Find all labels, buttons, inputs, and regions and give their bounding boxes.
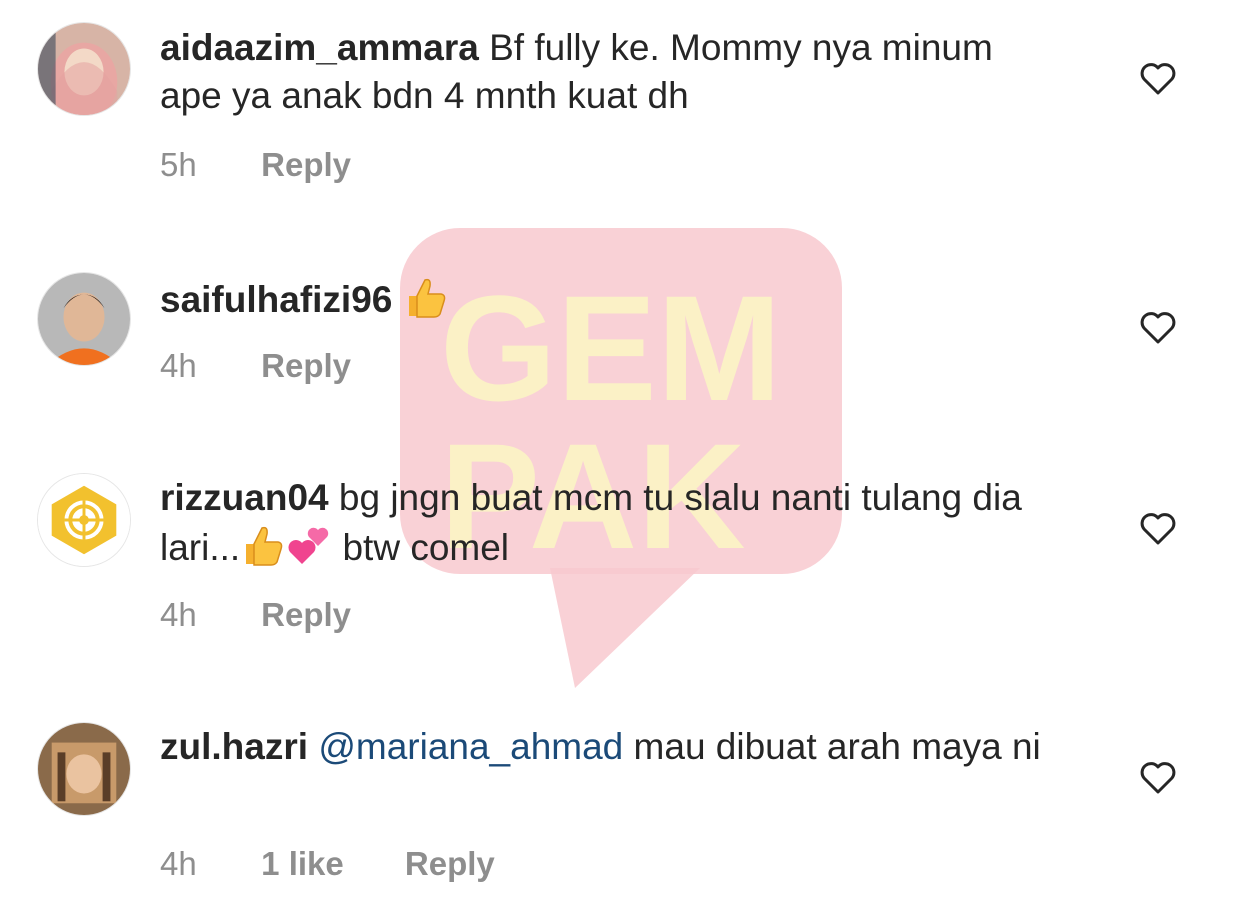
comment-meta: 4h Reply: [160, 346, 351, 386]
avatar[interactable]: [37, 722, 131, 816]
reply-button[interactable]: Reply: [261, 346, 351, 386]
two-hearts-icon: [286, 522, 332, 568]
comment-text: aidaazim_ammara Bf fully ke. Mommy nya m…: [160, 24, 1060, 120]
like-heart-icon[interactable]: [1140, 311, 1176, 344]
comment-body-end: btw comel: [342, 527, 510, 568]
likes-count[interactable]: 1 like: [261, 844, 344, 884]
avatar[interactable]: [37, 272, 131, 366]
thumbs-up-icon: [403, 274, 449, 320]
username-link[interactable]: rizzuan04: [160, 477, 329, 518]
comment-meta: 4h Reply: [160, 595, 351, 635]
comment-meta: 5h Reply: [160, 145, 351, 185]
timestamp: 4h: [160, 596, 197, 633]
like-heart-icon[interactable]: [1140, 62, 1176, 95]
mention-link[interactable]: @mariana_ahmad: [318, 726, 623, 767]
timestamp: 4h: [160, 347, 197, 384]
comment-text: saifulhafizi96: [160, 274, 1060, 324]
avatar[interactable]: [37, 22, 131, 116]
thumbs-up-icon: [240, 522, 286, 568]
avatar[interactable]: [37, 473, 131, 567]
comment-text: rizzuan04 bg jngn buat mcm tu slalu nant…: [160, 474, 1060, 572]
comment-body: mau dibuat arah maya ni: [633, 726, 1041, 767]
reply-button[interactable]: Reply: [405, 844, 495, 884]
username-link[interactable]: saifulhafizi96: [160, 279, 392, 320]
like-heart-icon[interactable]: [1140, 761, 1176, 794]
timestamp: 5h: [160, 146, 197, 183]
comment-meta: 4h 1 like Reply: [160, 844, 495, 884]
comment-text: zul.hazri @mariana_ahmad mau dibuat arah…: [160, 723, 1060, 771]
like-heart-icon[interactable]: [1140, 512, 1176, 545]
username-link[interactable]: zul.hazri: [160, 726, 308, 767]
username-link[interactable]: aidaazim_ammara: [160, 27, 479, 68]
reply-button[interactable]: Reply: [261, 145, 351, 185]
reply-button[interactable]: Reply: [261, 595, 351, 635]
timestamp: 4h: [160, 845, 197, 882]
